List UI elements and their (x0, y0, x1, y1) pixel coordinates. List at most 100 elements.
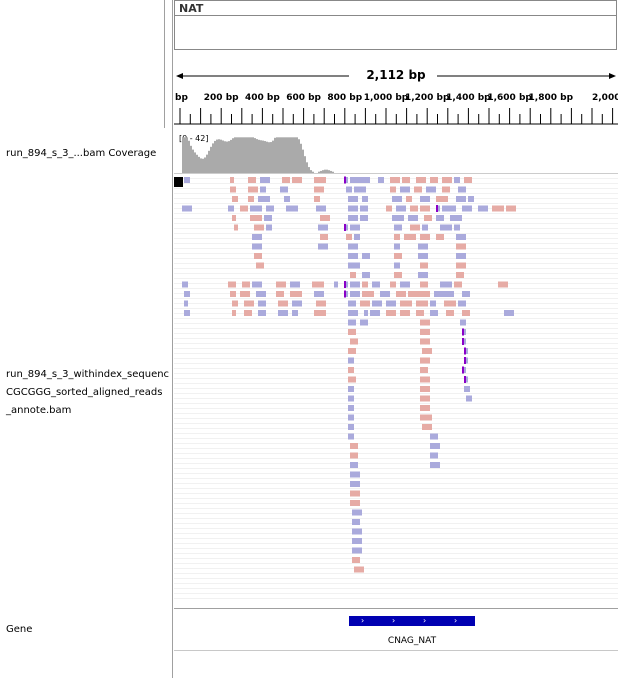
aligned-read (430, 443, 440, 449)
aligned-read (416, 177, 426, 183)
aligned-read (392, 215, 404, 221)
aligned-read (182, 205, 192, 212)
aligned-read (348, 262, 360, 269)
aligned-read (404, 234, 416, 240)
aligned-read (390, 186, 396, 193)
coverage-bar (284, 137, 286, 173)
aligned-read (348, 376, 356, 383)
coverage-bar (252, 137, 254, 173)
aligned-read (420, 405, 430, 411)
aligned-read (280, 186, 288, 193)
aligned-read (390, 177, 400, 183)
coverage-track-name[interactable]: run_894_s_3_...bam Coverage (6, 146, 156, 162)
aligned-read (258, 310, 266, 316)
aligned-read (492, 205, 504, 212)
aligned-read (350, 177, 360, 183)
coverage-bar (224, 141, 226, 173)
aligned-read (232, 196, 238, 202)
coverage-bar (248, 137, 250, 173)
aligned-read (348, 319, 356, 326)
aligned-read (276, 281, 286, 288)
aligned-read (370, 310, 380, 316)
aligned-read (504, 310, 514, 316)
aligned-read (396, 291, 406, 297)
coverage-bar (254, 138, 256, 173)
alignment-track[interactable] (174, 174, 618, 602)
aligned-read (352, 519, 360, 525)
gene-track[interactable]: › › › › CNAG_NAT (174, 609, 618, 651)
aligned-read (456, 253, 466, 259)
aligned-read (400, 300, 412, 307)
aligned-read (460, 319, 466, 326)
insertion-marker (344, 290, 346, 298)
aligned-read (316, 300, 326, 307)
aligned-read (436, 234, 444, 240)
aligned-read (394, 262, 400, 269)
gene-feature-label: CNAG_NAT (387, 636, 437, 646)
aligned-read (276, 291, 284, 297)
aligned-read (352, 557, 360, 563)
span-label: 2,112 bp (366, 68, 426, 82)
coverage-bar (226, 141, 228, 173)
insertion-marker (462, 338, 464, 345)
aligned-read (396, 205, 406, 212)
aligned-read (456, 243, 466, 250)
aligned-read (420, 386, 430, 392)
aligned-read (228, 205, 234, 212)
gene-track-name[interactable]: Gene (6, 622, 32, 638)
gene-track-bottom-border (174, 650, 618, 651)
aligned-read (420, 234, 430, 240)
aligned-read (350, 481, 360, 487)
aligned-read (350, 272, 356, 278)
aligned-read (352, 538, 362, 544)
coverage-bar (298, 139, 300, 173)
aligned-read (256, 291, 266, 297)
aligned-read (462, 310, 470, 316)
coverage-bar (294, 137, 296, 173)
aligned-read (468, 196, 474, 202)
coverage-bar (274, 137, 276, 173)
coverage-bar (296, 137, 298, 173)
aligned-read (348, 395, 354, 402)
aligned-read (386, 300, 396, 307)
coverage-bar (222, 140, 224, 173)
aligned-read (182, 281, 188, 288)
aligned-read (456, 234, 466, 240)
insertion-marker (436, 205, 438, 212)
aligned-read (416, 300, 428, 307)
aligned-read (348, 329, 356, 335)
aligned-read (348, 414, 354, 421)
aligned-read (348, 348, 356, 354)
aligned-read (394, 253, 402, 259)
chromosome-box[interactable]: NAT (174, 0, 617, 50)
coverage-bar (196, 154, 198, 173)
aligned-read (380, 291, 390, 297)
aligned-read (254, 224, 264, 231)
coverage-bar (282, 137, 284, 173)
insertion-marker (344, 281, 346, 288)
aligned-read (420, 367, 428, 373)
coverage-track[interactable]: [0 - 42] (174, 132, 618, 174)
aligned-read (350, 490, 360, 497)
coverage-bar (312, 171, 314, 173)
aligned-read (462, 205, 472, 212)
aligned-read (282, 177, 290, 183)
aligned-read (456, 272, 464, 278)
aligned-read (258, 300, 266, 307)
aligned-read (348, 310, 358, 316)
aligned-read (400, 186, 410, 193)
aligned-read (348, 205, 358, 212)
gene-feature[interactable]: › › › › (349, 616, 475, 626)
coverage-bar (244, 137, 246, 173)
coverage-bar (332, 171, 334, 173)
aligned-read (360, 205, 368, 212)
alignment-track-name[interactable]: run_894_s_3_withindex_sequenc CGCGGG_sor… (6, 366, 169, 420)
aligned-read (290, 281, 300, 288)
aligned-read (430, 462, 440, 468)
aligned-read (422, 224, 428, 231)
aligned-read (346, 234, 352, 240)
name-panel-divider (172, 0, 173, 678)
strand-arrow-icon: › (454, 616, 458, 625)
aligned-read (260, 186, 266, 193)
ruler[interactable]: bp 200 bp 400 bp 600 bp 800 bp 1,000 bp 1,200 … (174, 90, 618, 126)
